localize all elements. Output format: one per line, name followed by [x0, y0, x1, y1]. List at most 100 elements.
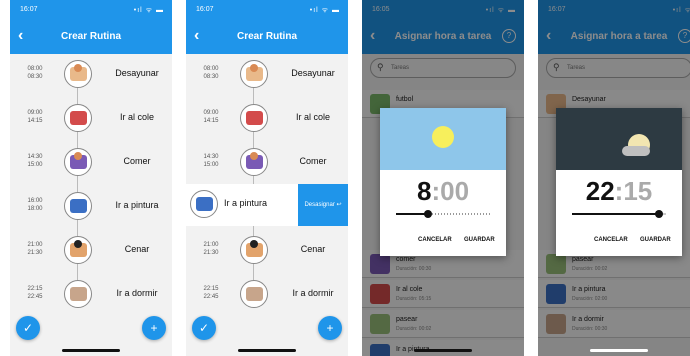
slider-fill: [572, 213, 660, 215]
start-time: 21:00: [203, 242, 219, 248]
slider-knob[interactable]: [655, 210, 664, 218]
end-time: 15:00: [27, 162, 43, 168]
time-range: 09:00 14:15: [200, 109, 222, 125]
sun-icon: [432, 126, 454, 148]
screen-create-routine: 16:07 •ıl ᯤ ▬ ‹ Crear Rutina 08:00 08:30 …: [10, 0, 172, 356]
routine-row[interactable]: 16:00 18:00 Ir a pintura: [10, 192, 172, 222]
time-range: 08:00 08:30: [200, 65, 222, 81]
confirm-button[interactable]: ✓: [16, 316, 40, 340]
routine-row[interactable]: 21:00 21:30 Cenar: [186, 236, 348, 266]
sleep-icon: [240, 280, 268, 308]
routine-row[interactable]: 09:00 14:15 Ir al cole: [186, 104, 348, 134]
minute-value: 15: [623, 176, 653, 206]
screen-create-routine-swipe: 16:07 •ıl ᯤ ▬ ‹ Crear Rutina 08:00 08:30 …: [186, 0, 348, 356]
start-time: 08:00: [27, 66, 43, 72]
end-time: 22:45: [27, 294, 43, 300]
status-icons: •ıl ᯤ ▬: [133, 7, 164, 14]
breakfast-icon: [64, 60, 92, 88]
unassign-button[interactable]: Desasignar ↩: [298, 184, 348, 226]
home-indicator: [238, 349, 296, 352]
routine-row[interactable]: 08:00 08:30 Desayunar: [186, 60, 348, 90]
page-title: Crear Rutina: [236, 31, 297, 42]
app-bar: ‹ Crear Rutina: [186, 22, 348, 54]
start-time: 08:00: [203, 66, 219, 72]
time-slider[interactable]: [396, 210, 490, 218]
save-button[interactable]: GUARDAR: [464, 237, 495, 243]
task-label: Ir al cole: [119, 112, 154, 122]
task-label: Ir al cole: [295, 112, 330, 122]
task-label: Ir a pintura: [224, 198, 268, 208]
dialog-actions: CANCELAR GUARDAR: [556, 237, 682, 249]
time-display: 8:00: [380, 176, 506, 207]
dinner-icon: [240, 236, 268, 264]
time-range: 14:30 15:00: [24, 153, 46, 169]
start-time: 14:30: [27, 154, 43, 160]
end-time: 14:15: [203, 118, 219, 124]
swiped-routine-row[interactable]: Ir a pintura Desasignar ↩: [186, 184, 348, 226]
hour-value: 8: [416, 176, 432, 206]
time-range: 21:00 21:30: [200, 241, 222, 257]
sleep-icon: [64, 280, 92, 308]
routine-row[interactable]: 09:00 14:15 Ir al cole: [10, 104, 172, 134]
routine-row[interactable]: 14:30 15:00 Comer: [10, 148, 172, 178]
task-label: Ir a dormir: [116, 288, 158, 298]
end-time: 08:30: [27, 74, 43, 80]
start-time: 16:00: [27, 198, 43, 204]
end-time: 21:30: [27, 250, 43, 256]
task-label: Cenar: [124, 244, 150, 254]
time-slider[interactable]: [572, 210, 666, 218]
cloud-icon: [622, 146, 650, 156]
routine-row[interactable]: 21:00 21:30 Cenar: [10, 236, 172, 266]
time-picker-dialog: 8:00 CANCELAR GUARDAR: [380, 108, 506, 256]
eat-icon: [240, 148, 268, 176]
school-bus-icon: [240, 104, 268, 132]
task-label: Desayunar: [291, 68, 335, 78]
routine-row[interactable]: 14:30 15:00 Comer: [186, 148, 348, 178]
routine-row[interactable]: 22:15 22:45 Ir a dormir: [186, 280, 348, 310]
task-label: Ir a dormir: [292, 288, 334, 298]
dinner-icon: [64, 236, 92, 264]
end-time: 14:15: [27, 118, 43, 124]
end-time: 22:45: [203, 294, 219, 300]
add-task-button[interactable]: +: [318, 316, 342, 340]
time-range: 22:15 22:45: [200, 285, 222, 301]
page-title: Crear Rutina: [60, 31, 121, 42]
routine-row[interactable]: 22:15 22:45 Ir a dormir: [10, 280, 172, 310]
cancel-button[interactable]: CANCELAR: [418, 237, 452, 243]
start-time: 22:15: [203, 286, 219, 292]
routine-row[interactable]: 08:00 08:30 Desayunar: [10, 60, 172, 90]
screens-composite: 16:07 •ıl ᯤ ▬ ‹ Crear Rutina 08:00 08:30 …: [0, 0, 690, 356]
status-bar: 16:07 •ıl ᯤ ▬: [186, 0, 348, 22]
routine-timeline: 08:00 08:30 Desayunar 09:00 14:15 Ir al co…: [186, 54, 348, 356]
status-time: 16:07: [196, 6, 214, 13]
routine-timeline: 08:00 08:30 Desayunar 09:00 14:15 Ir al co…: [10, 54, 172, 356]
minute-value: 00: [440, 176, 470, 206]
home-indicator: [62, 349, 120, 352]
time-separator: :: [431, 176, 441, 206]
time-display: 22:15: [556, 176, 682, 207]
end-time: 18:00: [27, 206, 43, 212]
time-range: 21:00 21:30: [24, 241, 46, 257]
dialog-actions: CANCELAR GUARDAR: [380, 237, 506, 249]
cancel-button[interactable]: CANCELAR: [594, 237, 628, 243]
time-range: 14:30 15:00: [200, 153, 222, 169]
slider-knob[interactable]: [423, 210, 432, 218]
app-bar: ‹ Crear Rutina: [10, 22, 172, 54]
time-range: 09:00 14:15: [24, 109, 46, 125]
eat-icon: [64, 148, 92, 176]
home-indicator: [590, 349, 648, 352]
task-label: Desayunar: [115, 68, 159, 78]
home-indicator: [414, 349, 472, 352]
end-time: 15:00: [203, 162, 219, 168]
start-time: 09:00: [27, 110, 43, 116]
start-time: 21:00: [27, 242, 43, 248]
add-task-button[interactable]: +: [142, 316, 166, 340]
confirm-button[interactable]: ✓: [192, 316, 216, 340]
start-time: 22:15: [27, 286, 43, 292]
breakfast-icon: [240, 60, 268, 88]
time-picker-dialog: 22:15 CANCELAR GUARDAR: [556, 108, 682, 256]
save-button[interactable]: GUARDAR: [640, 237, 671, 243]
night-sky: [556, 108, 682, 170]
start-time: 14:30: [203, 154, 219, 160]
day-sky: [380, 108, 506, 170]
